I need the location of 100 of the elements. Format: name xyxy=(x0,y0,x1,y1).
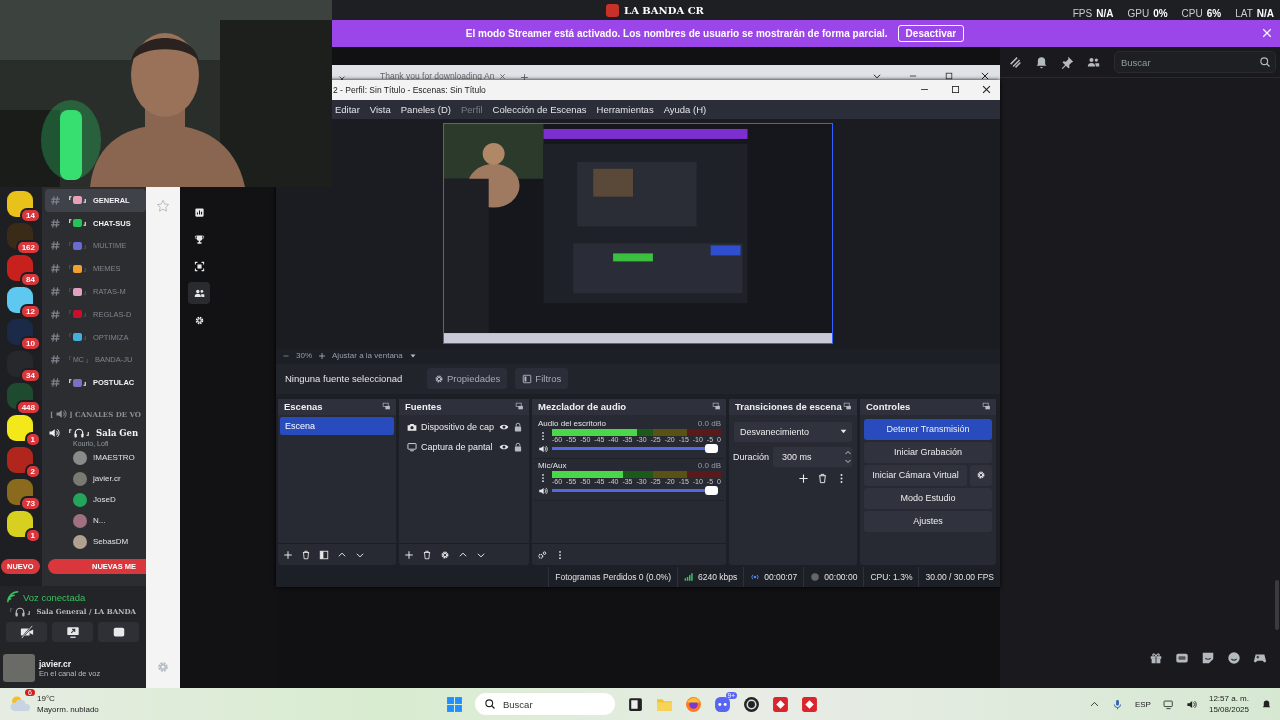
new-tab-icon[interactable] xyxy=(520,73,530,82)
duration-field[interactable]: 300 ms xyxy=(773,446,852,467)
control-button[interactable]: Ajustes xyxy=(864,510,992,532)
undock-icon[interactable] xyxy=(712,402,721,411)
members-icon[interactable] xyxy=(1087,55,1100,69)
slider-thumb[interactable] xyxy=(705,486,718,495)
threads-icon[interactable] xyxy=(1009,55,1022,69)
scene-item[interactable]: Escena xyxy=(280,416,394,435)
language-indicator[interactable]: ESP xyxy=(1134,699,1151,709)
app-icon[interactable] xyxy=(772,695,789,713)
chevron-icon[interactable] xyxy=(872,71,882,81)
signal-bars-icon xyxy=(684,572,694,583)
camera-button[interactable] xyxy=(6,622,47,642)
menu-item[interactable]: Vista xyxy=(369,103,391,115)
zoom-in-icon[interactable] xyxy=(318,351,326,360)
member-name[interactable]: N... xyxy=(93,516,106,526)
volume-icon[interactable] xyxy=(1185,698,1197,710)
source-item[interactable]: Dispositivo de cap xyxy=(401,416,527,437)
menu-item[interactable]: Paneles (D) xyxy=(400,103,451,115)
server-logo xyxy=(606,3,620,17)
status-text: 30.00 / 30.00 FPS xyxy=(925,572,994,583)
filters-button[interactable]: Filtros xyxy=(515,368,569,390)
trash-icon[interactable] xyxy=(422,549,432,560)
filter-icon[interactable] xyxy=(319,549,329,560)
menu-item[interactable]: Colección de Escenas xyxy=(492,103,587,115)
notification-icon[interactable] xyxy=(1261,698,1272,710)
activity-button[interactable] xyxy=(98,622,139,642)
menu-item[interactable]: Herramientas xyxy=(596,103,654,115)
properties-button[interactable]: Propiedades xyxy=(427,368,508,390)
star-icon[interactable] xyxy=(156,199,170,213)
sticker-icon[interactable] xyxy=(1201,651,1215,665)
undock-icon[interactable] xyxy=(843,402,852,411)
gift-icon[interactable] xyxy=(1149,651,1163,665)
undock-icon[interactable] xyxy=(982,402,991,411)
settings-button[interactable] xyxy=(970,464,992,486)
server-icon[interactable] xyxy=(7,287,33,313)
hash-icon xyxy=(50,354,61,366)
bell-icon[interactable] xyxy=(1035,55,1048,69)
dock-title: Transiciones de escena xyxy=(735,401,842,412)
browser-icon[interactable] xyxy=(685,695,702,713)
pin-icon[interactable] xyxy=(1061,55,1074,69)
recorder-icon[interactable] xyxy=(743,695,760,713)
gif-icon[interactable] xyxy=(1175,651,1189,665)
control-button[interactable]: Iniciar Cámara Virtual xyxy=(864,464,967,486)
slider-thumb[interactable] xyxy=(705,444,718,453)
trash-icon[interactable] xyxy=(301,549,311,560)
volume-slider[interactable] xyxy=(552,486,718,495)
control-button[interactable]: Detener Transmisión xyxy=(864,418,992,440)
windows-logo-icon[interactable] xyxy=(446,695,463,713)
member-name[interactable]: JoseD xyxy=(93,495,116,505)
close-icon[interactable] xyxy=(981,84,992,96)
server-icon[interactable] xyxy=(7,351,33,377)
emoji-icon[interactable] xyxy=(1227,651,1241,665)
network-icon[interactable] xyxy=(1162,698,1174,710)
task-view-icon[interactable] xyxy=(627,695,644,713)
transition-dropdown[interactable]: Desvanecimiento xyxy=(734,421,852,442)
member-name[interactable]: javier.cr xyxy=(93,474,121,484)
microphone-icon[interactable] xyxy=(1111,698,1123,710)
volume-icon[interactable] xyxy=(538,443,548,454)
lock-icon[interactable] xyxy=(513,441,523,452)
gears-icon[interactable] xyxy=(537,549,547,560)
source-item[interactable]: Captura de pantal xyxy=(401,436,527,457)
caret-icon xyxy=(839,427,848,436)
deactivate-button[interactable]: Desactivar xyxy=(897,25,965,42)
undock-icon[interactable] xyxy=(382,402,391,411)
server-icon[interactable] xyxy=(7,255,33,281)
search-field[interactable]: Buscar xyxy=(1114,51,1276,73)
app-icon[interactable] xyxy=(801,695,818,713)
add-icon[interactable] xyxy=(798,472,809,484)
add-icon[interactable] xyxy=(404,549,414,560)
trash-icon[interactable] xyxy=(817,472,828,484)
server-icon[interactable] xyxy=(7,511,33,537)
server-icon[interactable] xyxy=(7,191,33,217)
fit-dropdown[interactable]: Ajustar a la ventana xyxy=(332,351,403,361)
activity-icon xyxy=(111,625,126,639)
menu-item[interactable]: Ayuda (H) xyxy=(663,103,707,115)
server-icon[interactable] xyxy=(7,479,33,505)
lock-icon[interactable] xyxy=(513,421,523,432)
maximize-icon[interactable] xyxy=(944,71,954,81)
share-screen-button[interactable] xyxy=(52,622,93,642)
settings-icon[interactable] xyxy=(440,549,450,560)
volume-icon[interactable] xyxy=(538,485,548,496)
hash-icon xyxy=(50,286,61,298)
search-field[interactable]: Buscar xyxy=(475,693,615,715)
db-reading: 0.0 dB xyxy=(697,460,721,470)
server-icon[interactable] xyxy=(7,415,33,441)
volume-slider[interactable] xyxy=(552,444,718,453)
close-icon[interactable] xyxy=(980,71,990,81)
undock-icon[interactable] xyxy=(515,402,524,411)
control-button[interactable]: Modo Estudio xyxy=(864,487,992,509)
member-name[interactable]: !MAESTRO xyxy=(93,453,135,463)
menu-item[interactable]: Editar xyxy=(335,103,360,115)
clock[interactable]: 12:57 a. m. 15/08/2025 xyxy=(1208,693,1249,715)
status-text: 00:00:07 xyxy=(764,572,798,583)
maximize-icon[interactable] xyxy=(950,84,961,96)
control-button[interactable]: Iniciar Grabación xyxy=(864,441,992,463)
sidebar-button[interactable] xyxy=(188,282,210,304)
browser-tab[interactable]: Thank you for downloading An xyxy=(372,71,515,81)
add-icon[interactable] xyxy=(283,549,293,560)
member-name[interactable]: SebasDM xyxy=(93,537,129,547)
